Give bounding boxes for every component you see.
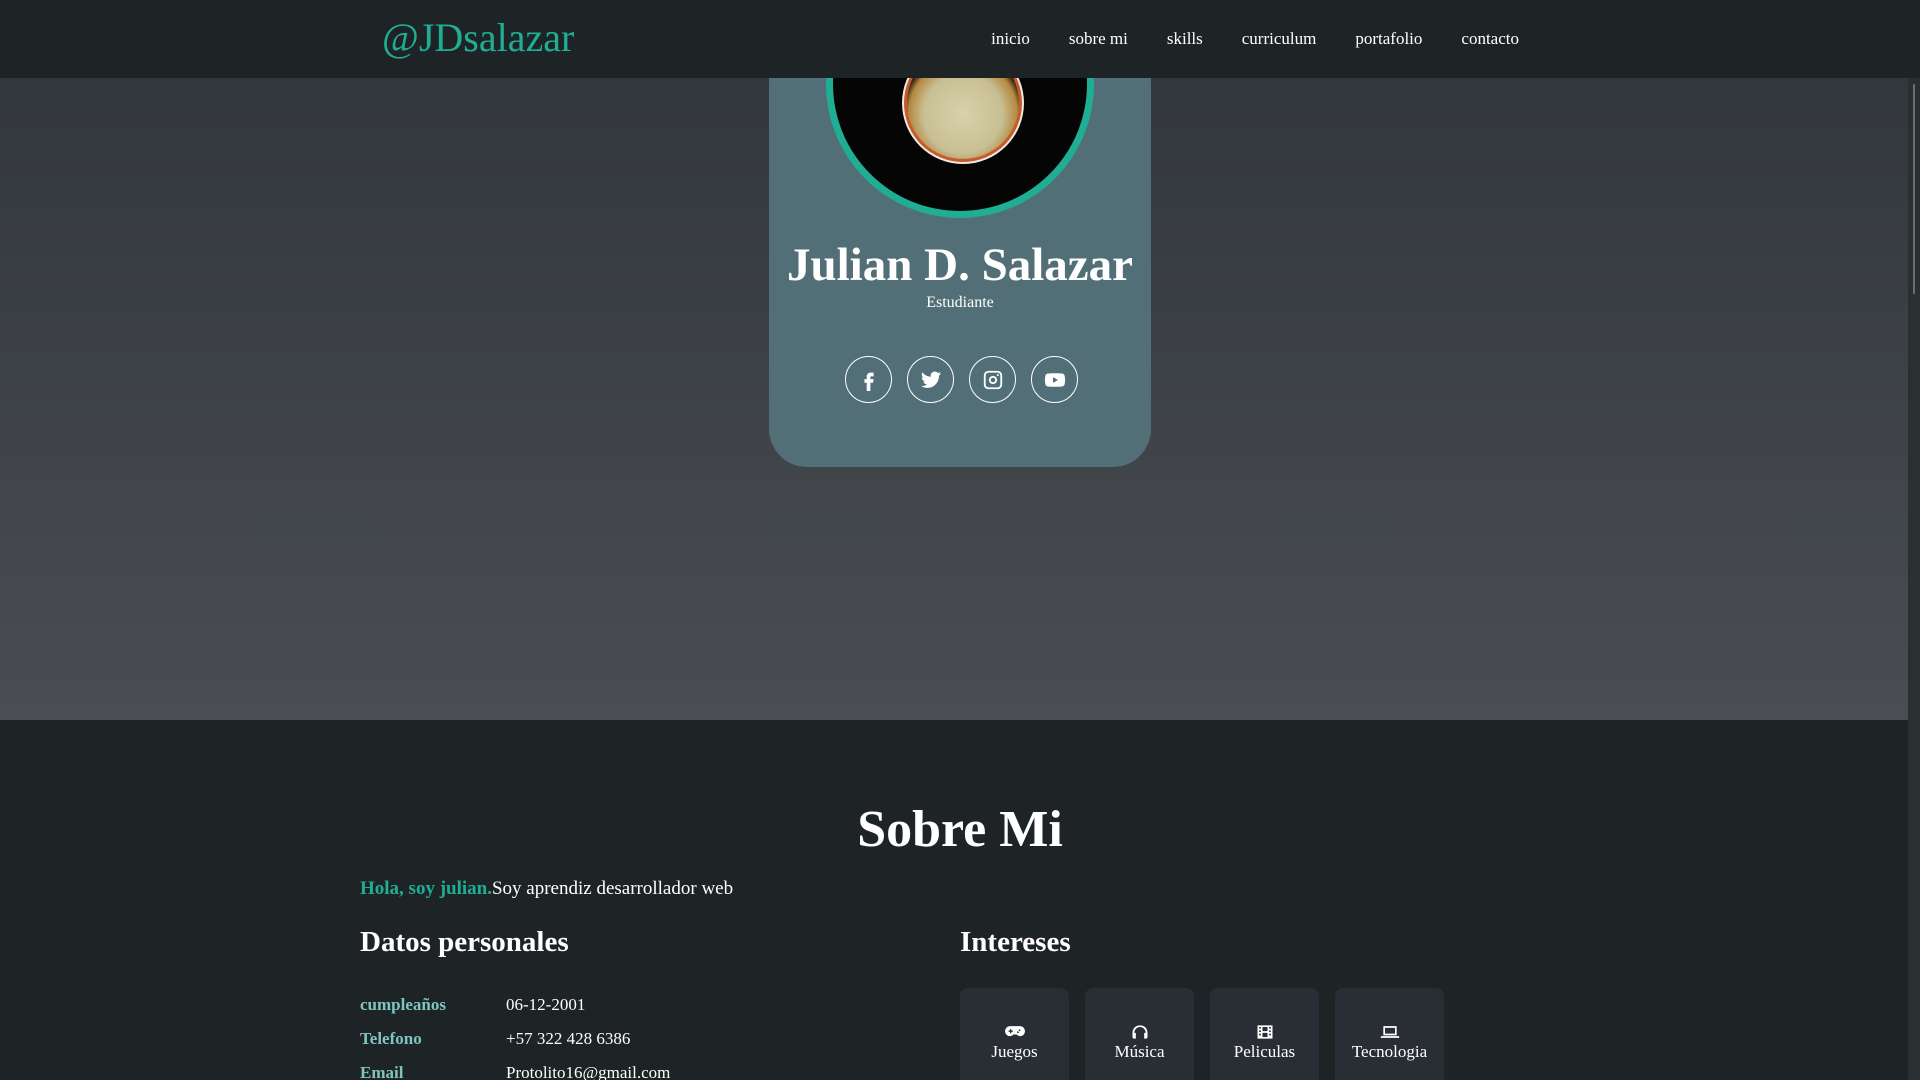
instagram-icon bbox=[983, 370, 1002, 389]
main-nav: inicio sobre mi skills curriculum portaf… bbox=[991, 29, 1519, 49]
nav-sobre-mi[interactable]: sobre mi bbox=[1069, 29, 1128, 49]
nav-contacto[interactable]: contacto bbox=[1461, 29, 1519, 49]
social-links bbox=[845, 356, 1078, 403]
greeting: Hola, soy julian. bbox=[360, 878, 492, 899]
interest-peliculas[interactable]: Peliculas bbox=[1210, 988, 1319, 1080]
gamepad-icon bbox=[1004, 1026, 1025, 1037]
avatar bbox=[826, 78, 1094, 218]
interest-label: Música bbox=[1114, 1042, 1165, 1061]
hero-section: Julian D. Salazar Estudiante bbox=[0, 78, 1920, 720]
personal-data-title: Datos personales bbox=[360, 926, 569, 958]
interests-title: Intereses bbox=[960, 926, 1071, 958]
avatar-frame bbox=[833, 78, 1087, 211]
nav-curriculum[interactable]: curriculum bbox=[1242, 29, 1317, 49]
detail-value: 06-12-2001 bbox=[506, 995, 586, 1014]
headphones-icon bbox=[1132, 1025, 1147, 1039]
detail-label: cumpleaños bbox=[360, 995, 446, 1014]
site-header: @JDsalazar inicio sobre mi skills curric… bbox=[0, 0, 1920, 78]
film-icon bbox=[1257, 1025, 1272, 1039]
youtube-button[interactable] bbox=[1031, 356, 1078, 403]
intro-text: Soy aprendiz desarrollador web bbox=[491, 878, 734, 899]
detail-value: +57 322 428 6386 bbox=[506, 1029, 631, 1048]
detail-label: Email bbox=[360, 1063, 404, 1080]
twitter-button[interactable] bbox=[907, 356, 954, 403]
detail-value[interactable]: Protolito16@gmail.com bbox=[506, 1063, 670, 1080]
scrollbar-thumb[interactable] bbox=[1913, 84, 1915, 294]
detail-row-email: Email Protolito16@gmail.com bbox=[360, 1056, 670, 1080]
interest-tecnologia[interactable]: Tecnologia bbox=[1335, 988, 1444, 1080]
interest-label: Peliculas bbox=[1233, 1042, 1296, 1061]
interests-list: Juegos Música Peliculas Tecnologia bbox=[960, 988, 1444, 1080]
nav-portafolio[interactable]: portafolio bbox=[1355, 29, 1422, 49]
interest-label: Juegos bbox=[991, 1042, 1038, 1061]
profile-role: Estudiante bbox=[926, 294, 994, 311]
instagram-button[interactable] bbox=[969, 356, 1016, 403]
brand-logo[interactable]: @JDsalazar bbox=[382, 14, 574, 61]
youtube-icon bbox=[1044, 372, 1065, 387]
detail-row-phone: Telefono +57 322 428 6386 bbox=[360, 1022, 670, 1056]
nav-skills[interactable]: skills bbox=[1167, 29, 1203, 49]
personal-details: cumpleaños 06-12-2001 Telefono +57 322 4… bbox=[360, 988, 670, 1080]
about-title: Sobre Mi bbox=[857, 801, 1063, 858]
profile-name: Julian D. Salazar bbox=[786, 239, 1133, 291]
detail-row-birthday: cumpleaños 06-12-2001 bbox=[360, 988, 670, 1022]
page-scrollbar[interactable] bbox=[1908, 78, 1920, 1080]
detail-label: Telefono bbox=[360, 1029, 422, 1048]
facebook-button[interactable] bbox=[845, 356, 892, 403]
profile-card: Julian D. Salazar Estudiante bbox=[769, 78, 1151, 467]
laptop-icon bbox=[1380, 1026, 1399, 1038]
about-section: Sobre Mi Hola, soy julian.Soy aprendiz d… bbox=[0, 720, 1920, 1080]
facebook-icon bbox=[863, 372, 874, 391]
about-intro: Hola, soy julian.Soy aprendiz desarrolla… bbox=[360, 878, 733, 900]
nav-inicio[interactable]: inicio bbox=[991, 29, 1030, 49]
avatar-photo bbox=[907, 78, 1019, 159]
interest-label: Tecnologia bbox=[1351, 1042, 1428, 1061]
interest-musica[interactable]: Música bbox=[1085, 988, 1194, 1080]
interest-juegos[interactable]: Juegos bbox=[960, 988, 1069, 1080]
twitter-icon bbox=[920, 371, 941, 388]
